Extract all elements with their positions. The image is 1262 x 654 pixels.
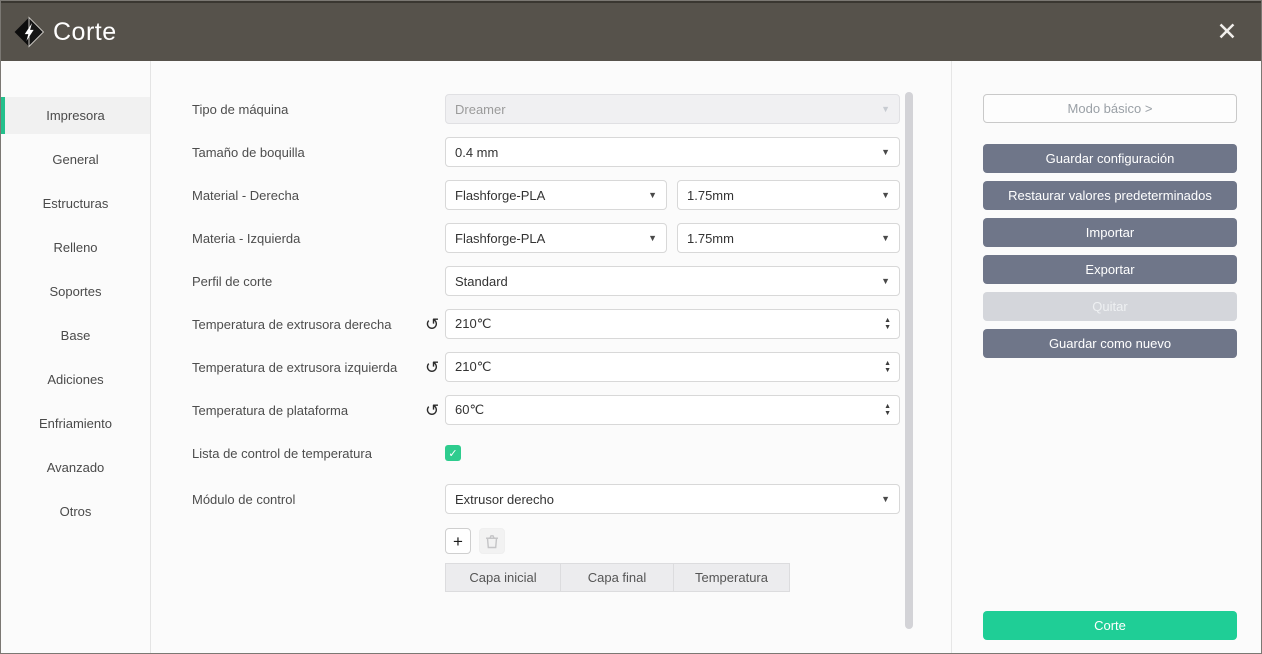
control-module-select[interactable]: Extrusor derecho ▼: [445, 484, 900, 514]
spin-down-icon[interactable]: ▼: [884, 410, 891, 417]
sidebar-item-enfriamiento[interactable]: Enfriamiento: [1, 405, 150, 442]
temp-checklist-row: Lista de control de temperatura ✓: [192, 438, 951, 468]
nozzle-size-label: Tamaño de boquilla: [192, 145, 425, 160]
titlebar: Corte ✕: [1, 1, 1261, 61]
dropdown-arrow-icon: ▼: [881, 233, 890, 243]
sidebar-item-adiciones[interactable]: Adiciones: [1, 361, 150, 398]
sidebar-item-impresora[interactable]: Impresora: [1, 97, 150, 134]
sidebar-item-otros[interactable]: Otros: [1, 493, 150, 530]
temp-table-toolbar: +: [445, 528, 951, 554]
dropdown-arrow-icon: ▼: [881, 276, 890, 286]
dropdown-arrow-icon: ▼: [881, 494, 890, 504]
nozzle-size-select[interactable]: 0.4 mm ▼: [445, 137, 900, 167]
temp-left-extruder-row: Temperatura de extrusora izquierda ↺ 210…: [192, 352, 951, 382]
slice-profile-select[interactable]: Standard ▼: [445, 266, 900, 296]
check-icon: ✓: [448, 447, 457, 460]
material-right-diameter-select[interactable]: 1.75mm ▼: [677, 180, 900, 210]
temp-right-extruder-input[interactable]: 210℃ ▲ ▼: [445, 309, 900, 339]
control-module-row: Módulo de control Extrusor derecho ▼: [192, 484, 951, 514]
spin-up-icon[interactable]: ▲: [884, 360, 891, 367]
temp-left-extruder-input[interactable]: 210℃ ▲ ▼: [445, 352, 900, 382]
slice-button[interactable]: Corte: [983, 611, 1237, 640]
material-right-row: Material - Derecha Flashforge-PLA ▼ 1.75…: [192, 180, 951, 210]
sidebar-item-avanzado[interactable]: Avanzado: [1, 449, 150, 486]
save-as-new-button[interactable]: Guardar como nuevo: [983, 329, 1237, 358]
reset-icon[interactable]: ↺: [425, 359, 439, 376]
material-left-row: Materia - Izquierda Flashforge-PLA ▼ 1.7…: [192, 223, 951, 253]
printer-settings-form: Tipo de máquina Dreamer ▼ Tamaño de boqu…: [151, 61, 951, 653]
temp-right-extruder-label: Temperatura de extrusora derecha: [192, 317, 425, 332]
remove-button: Quitar: [983, 292, 1237, 321]
nozzle-size-row: Tamaño de boquilla 0.4 mm ▼: [192, 137, 951, 167]
temp-checklist-label: Lista de control de temperatura: [192, 446, 425, 461]
temp-checklist-checkbox[interactable]: ✓: [445, 445, 461, 461]
machine-type-label: Tipo de máquina: [192, 102, 425, 117]
restore-defaults-button[interactable]: Restaurar valores predeterminados: [983, 181, 1237, 210]
spin-up-icon[interactable]: ▲: [884, 403, 891, 410]
dropdown-arrow-icon: ▼: [648, 190, 657, 200]
material-left-label: Materia - Izquierda: [192, 231, 425, 246]
nozzle-size-value: 0.4 mm: [455, 145, 498, 160]
temp-right-extruder-value: 210℃: [455, 316, 491, 332]
table-header-temperatura: Temperatura: [673, 563, 790, 592]
export-button[interactable]: Exportar: [983, 255, 1237, 284]
dropdown-arrow-icon: ▼: [648, 233, 657, 243]
slice-profile-row: Perfil de corte Standard ▼: [192, 266, 951, 296]
control-module-label: Módulo de control: [192, 492, 425, 507]
delete-row-button[interactable]: [479, 528, 505, 554]
sidebar-item-soportes[interactable]: Soportes: [1, 273, 150, 310]
material-left-diameter-select[interactable]: 1.75mm ▼: [677, 223, 900, 253]
slice-settings-dialog: Corte ✕ Impresora General Estructuras Re…: [0, 0, 1262, 654]
reset-icon[interactable]: ↺: [425, 316, 439, 333]
dialog-title: Corte: [53, 18, 117, 47]
slice-profile-value: Standard: [455, 274, 508, 289]
vertical-scrollbar[interactable]: [905, 92, 913, 629]
sidebar-item-general[interactable]: General: [1, 141, 150, 178]
spin-up-icon[interactable]: ▲: [884, 317, 891, 324]
dialog-body: Impresora General Estructuras Relleno So…: [1, 61, 1261, 653]
temp-left-extruder-label: Temperatura de extrusora izquierda: [192, 360, 425, 375]
plus-icon: +: [453, 533, 463, 550]
table-header-capa-final: Capa final: [560, 563, 674, 592]
temp-platform-value: 60℃: [455, 402, 484, 418]
material-left-select[interactable]: Flashforge-PLA ▼: [445, 223, 667, 253]
temp-platform-label: Temperatura de plataforma: [192, 403, 425, 418]
import-button[interactable]: Importar: [983, 218, 1237, 247]
action-panel: Modo básico > Guardar configuración Rest…: [951, 61, 1261, 653]
temp-right-extruder-row: Temperatura de extrusora derecha ↺ 210℃ …: [192, 309, 951, 339]
sidebar-item-estructuras[interactable]: Estructuras: [1, 185, 150, 222]
slice-profile-label: Perfil de corte: [192, 274, 425, 289]
save-config-button[interactable]: Guardar configuración: [983, 144, 1237, 173]
temp-platform-row: Temperatura de plataforma ↺ 60℃ ▲ ▼: [192, 395, 951, 425]
machine-type-value: Dreamer: [455, 102, 506, 117]
temp-left-extruder-value: 210℃: [455, 359, 491, 375]
temperature-table-header: Capa inicial Capa final Temperatura: [445, 563, 791, 592]
sidebar-item-base[interactable]: Base: [1, 317, 150, 354]
reset-icon[interactable]: ↺: [425, 402, 439, 419]
add-row-button[interactable]: +: [445, 528, 471, 554]
spin-down-icon[interactable]: ▼: [884, 324, 891, 331]
control-module-value: Extrusor derecho: [455, 492, 554, 507]
basic-mode-button[interactable]: Modo básico >: [983, 94, 1237, 123]
dropdown-arrow-icon: ▼: [881, 104, 890, 114]
machine-type-row: Tipo de máquina Dreamer ▼: [192, 94, 951, 124]
spin-down-icon[interactable]: ▼: [884, 367, 891, 374]
material-left-diameter-value: 1.75mm: [687, 231, 734, 246]
material-right-diameter-value: 1.75mm: [687, 188, 734, 203]
flashforge-logo-icon: [11, 14, 47, 50]
dropdown-arrow-icon: ▼: [881, 147, 890, 157]
close-icon[interactable]: ✕: [1205, 2, 1249, 62]
dropdown-arrow-icon: ▼: [881, 190, 890, 200]
machine-type-select: Dreamer ▼: [445, 94, 900, 124]
table-header-capa-inicial: Capa inicial: [445, 563, 561, 592]
sidebar-item-relleno[interactable]: Relleno: [1, 229, 150, 266]
material-right-select[interactable]: Flashforge-PLA ▼: [445, 180, 667, 210]
trash-icon: [485, 534, 499, 549]
material-right-value: Flashforge-PLA: [455, 188, 545, 203]
material-right-label: Material - Derecha: [192, 188, 425, 203]
sidebar: Impresora General Estructuras Relleno So…: [1, 61, 151, 653]
material-left-value: Flashforge-PLA: [455, 231, 545, 246]
temp-platform-input[interactable]: 60℃ ▲ ▼: [445, 395, 900, 425]
